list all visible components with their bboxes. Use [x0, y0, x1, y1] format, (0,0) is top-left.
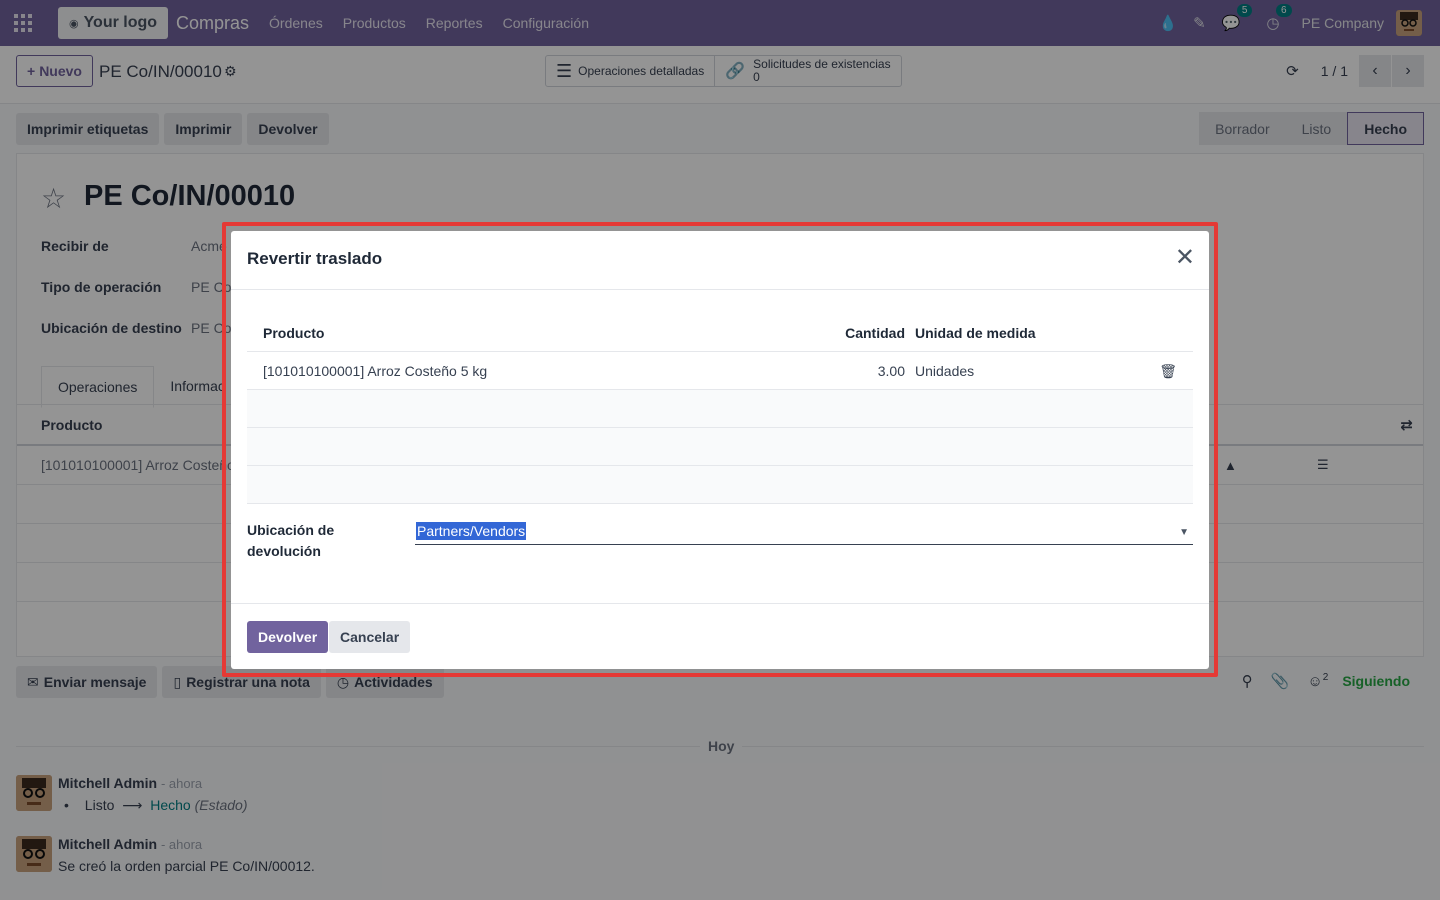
- return-lines-table: Producto Cantidad Unidad de medida [1010…: [247, 314, 1193, 504]
- return-picking-dialog: Revertir traslado ✕ Producto Cantidad Un…: [231, 231, 1209, 669]
- return-lines-header: Producto Cantidad Unidad de medida: [247, 314, 1193, 352]
- dialog-title: Revertir traslado: [247, 249, 383, 268]
- table-row[interactable]: [101010100001] Arroz Costeño 5 kg 3.00 U…: [247, 352, 1193, 390]
- trash-icon[interactable]: 🗑: [1159, 363, 1177, 380]
- table-row: [247, 390, 1193, 428]
- table-row: [247, 428, 1193, 466]
- return-location-field[interactable]: Partners/Vendors ▼: [415, 521, 1193, 545]
- table-row: [247, 466, 1193, 504]
- column-product[interactable]: Producto: [263, 325, 324, 341]
- column-quantity[interactable]: Cantidad: [845, 325, 905, 341]
- cancel-button[interactable]: Cancelar: [329, 621, 411, 653]
- dropdown-caret-icon[interactable]: ▼: [1179, 527, 1189, 538]
- row-uom: Unidades: [915, 363, 975, 379]
- confirm-return-button[interactable]: Devolver: [247, 621, 329, 653]
- row-product: [101010100001] Arroz Costeño 5 kg: [263, 363, 488, 379]
- return-location-label: Ubicación de devolución: [247, 522, 335, 559]
- close-icon[interactable]: ✕: [1175, 246, 1195, 270]
- row-quantity[interactable]: 3.00: [878, 363, 905, 379]
- dialog-footer: Devolver Cancelar: [231, 603, 1209, 669]
- dialog-header: Revertir traslado ✕: [231, 231, 1209, 290]
- column-uom[interactable]: Unidad de medida: [915, 325, 1036, 341]
- return-location-value[interactable]: Partners/Vendors: [416, 522, 527, 540]
